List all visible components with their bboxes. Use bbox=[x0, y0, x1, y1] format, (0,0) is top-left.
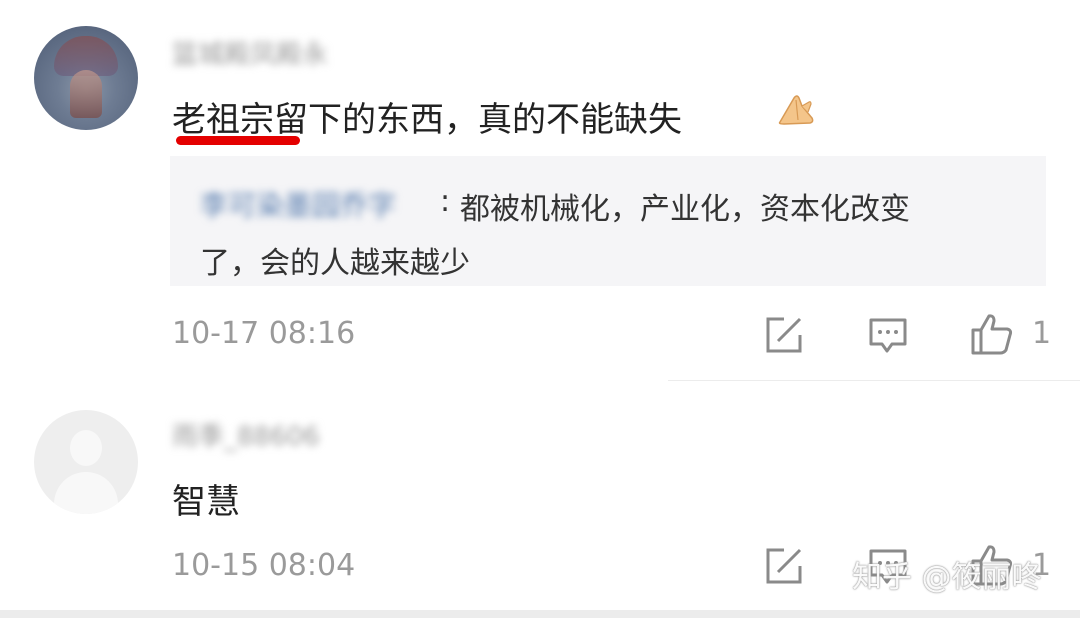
comment-text: 智慧 bbox=[172, 482, 240, 522]
avatar[interactable] bbox=[34, 26, 138, 130]
avatar-figure bbox=[70, 70, 102, 118]
comment-item: 篮城殿凤殿永 老祖宗留下的东西，真的不能缺失 李可染墨园乔字 : 都被机械化，产… bbox=[0, 0, 1080, 380]
like-icon[interactable] bbox=[970, 312, 1014, 356]
folded-hands-emoji-icon bbox=[778, 95, 814, 125]
bottom-divider bbox=[0, 610, 1080, 618]
comment-timestamp: 10-17 08:16 bbox=[172, 316, 356, 351]
edit-icon[interactable] bbox=[764, 315, 804, 355]
comment-icon[interactable] bbox=[868, 316, 908, 356]
comment-text: 老祖宗留下的东西，真的不能缺失 bbox=[172, 100, 682, 140]
comment-timestamp: 10-15 08:04 bbox=[172, 548, 356, 583]
comment-username[interactable]: 篮城殿凤殿永 bbox=[172, 34, 328, 71]
reply-box[interactable]: 李可染墨园乔字 : 都被机械化，产业化，资本化改变 了，会的人越来越少 bbox=[170, 156, 1046, 286]
like-count: 1 bbox=[1032, 316, 1052, 351]
avatar-placeholder-head bbox=[70, 430, 102, 466]
reply-text-line1: 都被机械化，产业化，资本化改变 bbox=[460, 192, 910, 227]
reply-text-line2: 了，会的人越来越少 bbox=[200, 246, 470, 281]
comment-username[interactable]: 雨季_88606 bbox=[172, 416, 320, 453]
avatar-placeholder-body bbox=[54, 472, 118, 514]
reply-username[interactable]: 李可染墨园乔字 bbox=[200, 184, 396, 224]
highlight-underline bbox=[176, 136, 300, 145]
watermark: 知乎 @筱丽咚 bbox=[852, 560, 1042, 595]
edit-icon[interactable] bbox=[764, 546, 804, 586]
avatar[interactable] bbox=[34, 410, 138, 514]
reply-colon: : bbox=[440, 184, 451, 219]
